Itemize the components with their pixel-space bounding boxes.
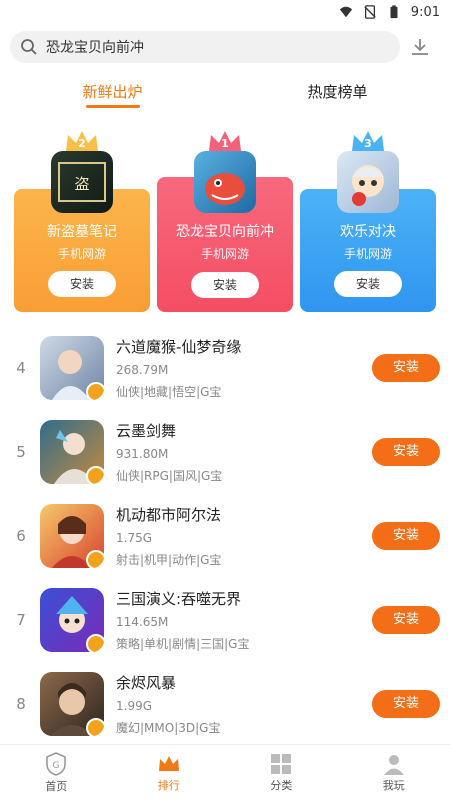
install-button[interactable]: 安装 [372, 522, 440, 550]
game-icon [40, 336, 104, 400]
game-size: 268.79M [116, 363, 169, 377]
status-bar: 9:01 [0, 0, 450, 24]
rank-number: 8 [16, 695, 26, 713]
podium-game-category: 手机网游 [200, 247, 249, 261]
game-icon: 盗 [51, 151, 113, 213]
game-tags: 魔幻|MMO|3D|G宝 [116, 721, 221, 735]
search-row: 恐龙宝贝向前冲 [0, 24, 450, 70]
podium-card-3[interactable]: 3 欢乐对决 手机网游 安装 [300, 131, 436, 312]
g-coin-badge [86, 382, 104, 400]
search-input[interactable]: 恐龙宝贝向前冲 [10, 31, 400, 63]
game-icon [40, 588, 104, 652]
list-item[interactable]: 5 云墨剑舞 931.80M 仙侠|RPG|国风|G宝 安装 [0, 410, 450, 494]
nav-label: 分类 [270, 778, 293, 792]
rank-number: 4 [16, 359, 26, 377]
podium-game-name: 新盗墓笔记 [47, 224, 117, 240]
install-button[interactable]: 安装 [48, 271, 116, 297]
ranking-list: 4 六道魔猴-仙梦奇缘 268.79M 仙侠|地藏|悟空|G宝 安装 5 云墨剑… [0, 326, 450, 746]
list-item[interactable]: 4 六道魔猴-仙梦奇缘 268.79M 仙侠|地藏|悟空|G宝 安装 [0, 326, 450, 410]
tab-bar: 新鲜出炉 热度榜单 [0, 70, 450, 114]
podium-game-name: 恐龙宝贝向前冲 [176, 224, 274, 240]
game-tags: 仙侠|地藏|悟空|G宝 [116, 385, 222, 399]
download-button[interactable] [400, 31, 440, 63]
user-icon [383, 754, 404, 775]
game-name: 云墨剑舞 [116, 422, 177, 440]
battery-icon [390, 5, 398, 19]
game-tags: 仙侠|RPG|国风|G宝 [116, 469, 223, 483]
g-coin-badge [86, 550, 104, 568]
bottom-nav: G 首页 排行 分类 我玩 [0, 744, 450, 800]
game-icon [194, 151, 256, 213]
top-three-podium: 2 盗 新盗墓笔记 手机网游 安装 1 恐龙宝贝向前冲 手机网游 安装 3 欢乐… [0, 124, 450, 314]
nav-label: 首页 [45, 779, 68, 793]
nav-ranking[interactable]: 排行 [113, 745, 226, 800]
game-icon [40, 504, 104, 568]
grid-icon [271, 753, 292, 774]
crown-icon [158, 755, 179, 771]
svg-text:盗: 盗 [74, 175, 89, 193]
install-button[interactable]: 安装 [372, 690, 440, 718]
search-icon [21, 39, 37, 55]
podium-rank: 2 [78, 137, 86, 150]
install-button[interactable]: 安装 [372, 354, 440, 382]
tab-new[interactable]: 新鲜出炉 [0, 70, 225, 114]
game-name: 三国演义:吞噬无界 [116, 590, 242, 608]
status-time: 9:01 [410, 4, 440, 20]
install-button[interactable]: 安装 [334, 271, 402, 297]
list-item[interactable]: 7 三国演义:吞噬无界 114.65M 策略|单机|剧情|三国|G宝 安装 [0, 578, 450, 662]
nav-label: 排行 [157, 778, 180, 792]
game-icon [337, 151, 399, 213]
game-size: 114.65M [116, 615, 169, 629]
podium-rank: 1 [221, 137, 229, 150]
podium-game-name: 欢乐对决 [340, 224, 396, 240]
podium-rank: 3 [364, 137, 372, 150]
g-coin-badge [86, 466, 104, 484]
install-button[interactable]: 安装 [191, 272, 259, 298]
install-button[interactable]: 安装 [372, 606, 440, 634]
search-text: 恐龙宝贝向前冲 [46, 40, 144, 56]
rank-number: 7 [16, 611, 26, 629]
nav-home[interactable]: G 首页 [0, 745, 113, 800]
game-size: 931.80M [116, 447, 169, 461]
no-sim-icon [364, 5, 376, 19]
download-icon [412, 39, 428, 55]
game-tags: 射击|机甲|动作|G宝 [116, 553, 222, 567]
game-icon [40, 672, 104, 736]
game-size: 1.99G [116, 699, 153, 713]
rank-number: 5 [16, 443, 26, 461]
wifi-icon [339, 6, 352, 18]
g-coin-badge [86, 634, 104, 652]
podium-card-1[interactable]: 1 恐龙宝贝向前冲 手机网游 安装 [157, 131, 293, 312]
install-button[interactable]: 安装 [372, 438, 440, 466]
nav-label: 我玩 [382, 778, 405, 792]
podium-card-2[interactable]: 2 盗 新盗墓笔记 手机网游 安装 [14, 131, 150, 312]
home-shield-icon: G [46, 751, 67, 776]
g-coin-badge [86, 718, 104, 736]
game-tags: 策略|单机|剧情|三国|G宝 [116, 637, 250, 651]
game-size: 1.75G [116, 531, 153, 545]
rank-number: 6 [16, 527, 26, 545]
game-name: 余烬风暴 [116, 674, 177, 692]
list-item[interactable]: 6 机动都市阿尔法 1.75G 射击|机甲|动作|G宝 安装 [0, 494, 450, 578]
game-name: 机动都市阿尔法 [116, 506, 222, 524]
game-icon [40, 420, 104, 484]
podium-game-category: 手机网游 [57, 247, 106, 261]
podium-game-category: 手机网游 [343, 247, 392, 261]
nav-category[interactable]: 分类 [225, 745, 338, 800]
game-name: 六道魔猴-仙梦奇缘 [116, 338, 242, 356]
tab-hot[interactable]: 热度榜单 [225, 70, 450, 114]
nav-profile[interactable]: 我玩 [338, 745, 450, 800]
list-item[interactable]: 8 余烬风暴 1.99G 魔幻|MMO|3D|G宝 安装 [0, 662, 450, 746]
svg-text:G: G [53, 761, 60, 771]
